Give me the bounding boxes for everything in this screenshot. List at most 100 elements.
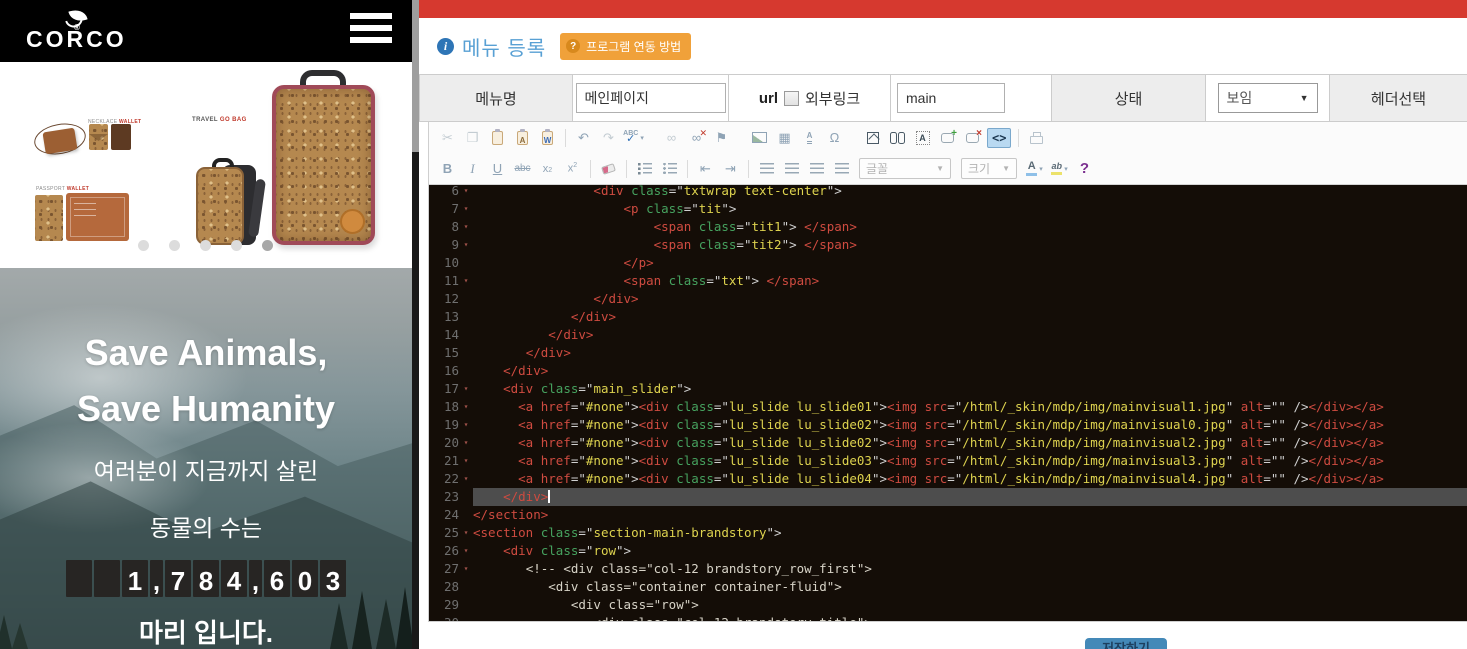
- slider-dot[interactable]: [262, 240, 273, 251]
- align-center-icon[interactable]: [781, 157, 802, 181]
- url-input[interactable]: [897, 83, 1005, 113]
- slider-dot[interactable]: [138, 240, 149, 251]
- cut-icon[interactable]: ✂: [437, 126, 458, 150]
- line-number: 26: [429, 542, 459, 560]
- fold-arrow-icon[interactable]: ▾: [459, 380, 473, 398]
- code-line-22[interactable]: 22▾ <a href="#none"><div class="lu_slide…: [429, 470, 1467, 488]
- code-line-8[interactable]: 8▾ <span class="tit1"> </span>: [429, 218, 1467, 236]
- status-select[interactable]: 보임 ▼: [1218, 83, 1318, 113]
- save-button[interactable]: 저장하기: [1085, 638, 1167, 649]
- image-icon[interactable]: [749, 126, 770, 150]
- fold-arrow-icon[interactable]: ▾: [459, 236, 473, 254]
- code-line-7[interactable]: 7▾ <p class="tit">: [429, 200, 1467, 218]
- code-line-26[interactable]: 26▾ <div class="row">: [429, 542, 1467, 560]
- code-line-19[interactable]: 19▾ <a href="#none"><div class="lu_slide…: [429, 416, 1467, 434]
- fold-arrow-icon[interactable]: ▾: [459, 524, 473, 542]
- fold-arrow-icon[interactable]: ▾: [459, 452, 473, 470]
- anchor-flag-icon[interactable]: ⚑: [711, 126, 732, 150]
- source-code-area[interactable]: 6▾ <div class="txtwrap text-center">7▾ <…: [429, 185, 1467, 621]
- code-line-9[interactable]: 9▾ <span class="tit2"> </span>: [429, 236, 1467, 254]
- add-comment-icon[interactable]: +: [937, 126, 958, 150]
- outdent-icon[interactable]: ⇤: [695, 157, 716, 181]
- slider-dot[interactable]: [231, 240, 242, 251]
- fold-arrow-icon[interactable]: ▾: [459, 272, 473, 290]
- align-left-icon[interactable]: [756, 157, 777, 181]
- code-line-30[interactable]: 30 <div class="col-12 brandstory_title">: [429, 614, 1467, 621]
- paste-icon[interactable]: [487, 126, 508, 150]
- font-select[interactable]: 글꼴▼: [859, 158, 951, 179]
- code-line-16[interactable]: 16 </div>: [429, 362, 1467, 380]
- special-char-icon[interactable]: Ω: [824, 126, 845, 150]
- subscript-icon[interactable]: x2: [537, 157, 558, 181]
- text-color-icon[interactable]: ▾: [1024, 157, 1045, 181]
- slider-dots[interactable]: [138, 240, 273, 251]
- unlink-icon[interactable]: ∞✕: [686, 126, 707, 150]
- preview-scrollbar[interactable]: [412, 0, 419, 649]
- maximize-icon[interactable]: [862, 126, 883, 150]
- code-line-15[interactable]: 15 </div>: [429, 344, 1467, 362]
- code-line-28[interactable]: 28 <div class="container container-fluid…: [429, 578, 1467, 596]
- undo-icon[interactable]: ↶: [573, 126, 594, 150]
- code-line-23[interactable]: 23 </div>: [429, 488, 1467, 506]
- fold-arrow-icon[interactable]: ▾: [459, 398, 473, 416]
- fold-arrow-icon[interactable]: ▾: [459, 416, 473, 434]
- bg-color-icon[interactable]: ▾: [1049, 157, 1070, 181]
- hamburger-menu-icon[interactable]: [350, 13, 392, 49]
- code-line-20[interactable]: 20▾ <a href="#none"><div class="lu_slide…: [429, 434, 1467, 452]
- bulleted-list-icon[interactable]: [659, 157, 680, 181]
- print-icon[interactable]: [1026, 126, 1047, 150]
- code-line-18[interactable]: 18▾ <a href="#none"><div class="lu_slide…: [429, 398, 1467, 416]
- indent-icon[interactable]: ⇥: [720, 157, 741, 181]
- code-line-25[interactable]: 25▾<section class="section-main-brandsto…: [429, 524, 1467, 542]
- code-line-24[interactable]: 24</section>: [429, 506, 1467, 524]
- fold-arrow-icon[interactable]: ▾: [459, 218, 473, 236]
- remove-format-icon[interactable]: [598, 157, 619, 181]
- paste-from-word-icon[interactable]: W: [537, 126, 558, 150]
- align-justify-icon[interactable]: [831, 157, 852, 181]
- code-line-21[interactable]: 21▾ <a href="#none"><div class="lu_slide…: [429, 452, 1467, 470]
- external-link-checkbox[interactable]: [784, 91, 799, 106]
- fold-arrow-icon[interactable]: ▾: [459, 470, 473, 488]
- size-select[interactable]: 크기▼: [961, 158, 1017, 179]
- code-line-27[interactable]: 27▾ <!-- <div class="col-12 brandstory_r…: [429, 560, 1467, 578]
- bold-icon[interactable]: B: [437, 157, 458, 181]
- underline-icon[interactable]: U: [487, 157, 508, 181]
- code-line-17[interactable]: 17▾ <div class="main_slider">: [429, 380, 1467, 398]
- menu-name-input[interactable]: [576, 83, 726, 113]
- numbered-list-icon[interactable]: [634, 157, 655, 181]
- help-badge[interactable]: ? 프로그램 연동 방법: [560, 33, 691, 60]
- code-line-11[interactable]: 11▾ <span class="txt"> </span>: [429, 272, 1467, 290]
- redo-icon[interactable]: ↷: [598, 126, 619, 150]
- align-right-icon[interactable]: [806, 157, 827, 181]
- superscript-icon[interactable]: x2: [562, 157, 583, 181]
- code-line-10[interactable]: 10 </p>: [429, 254, 1467, 272]
- about-icon[interactable]: ?: [1074, 157, 1095, 181]
- horizontal-line-icon[interactable]: A: [799, 126, 820, 150]
- slider-dot[interactable]: [169, 240, 180, 251]
- brand-logo[interactable]: CORCO®: [26, 6, 122, 51]
- fold-arrow-icon[interactable]: ▾: [459, 542, 473, 560]
- copy-icon[interactable]: ❐: [462, 126, 483, 150]
- code-line-14[interactable]: 14 </div>: [429, 326, 1467, 344]
- product-slider[interactable]: NECKLACE WALLET PASSPORT WALLET TRAVEL G…: [0, 62, 412, 268]
- paste-as-text-icon[interactable]: A: [512, 126, 533, 150]
- link-icon[interactable]: ∞: [661, 126, 682, 150]
- select-all-icon[interactable]: [912, 126, 933, 150]
- code-line-13[interactable]: 13 </div>: [429, 308, 1467, 326]
- code-line-29[interactable]: 29 <div class="row">: [429, 596, 1467, 614]
- remove-comment-icon[interactable]: ×: [962, 126, 983, 150]
- fold-arrow-icon[interactable]: ▾: [459, 200, 473, 218]
- spellcheck-icon[interactable]: ABC✓▾: [623, 126, 644, 150]
- strikethrough-icon[interactable]: abc: [512, 157, 533, 181]
- find-icon[interactable]: [887, 126, 908, 150]
- fold-arrow-icon[interactable]: ▾: [459, 560, 473, 578]
- fold-arrow-icon[interactable]: ▾: [459, 185, 473, 200]
- italic-icon[interactable]: I: [462, 157, 483, 181]
- preview-scrollbar-thumb[interactable]: [412, 0, 419, 152]
- table-icon[interactable]: ▦: [774, 126, 795, 150]
- code-line-6[interactable]: 6▾ <div class="txtwrap text-center">: [429, 185, 1467, 200]
- source-button[interactable]: <>: [987, 126, 1011, 150]
- code-line-12[interactable]: 12 </div>: [429, 290, 1467, 308]
- slider-dot[interactable]: [200, 240, 211, 251]
- fold-arrow-icon[interactable]: ▾: [459, 434, 473, 452]
